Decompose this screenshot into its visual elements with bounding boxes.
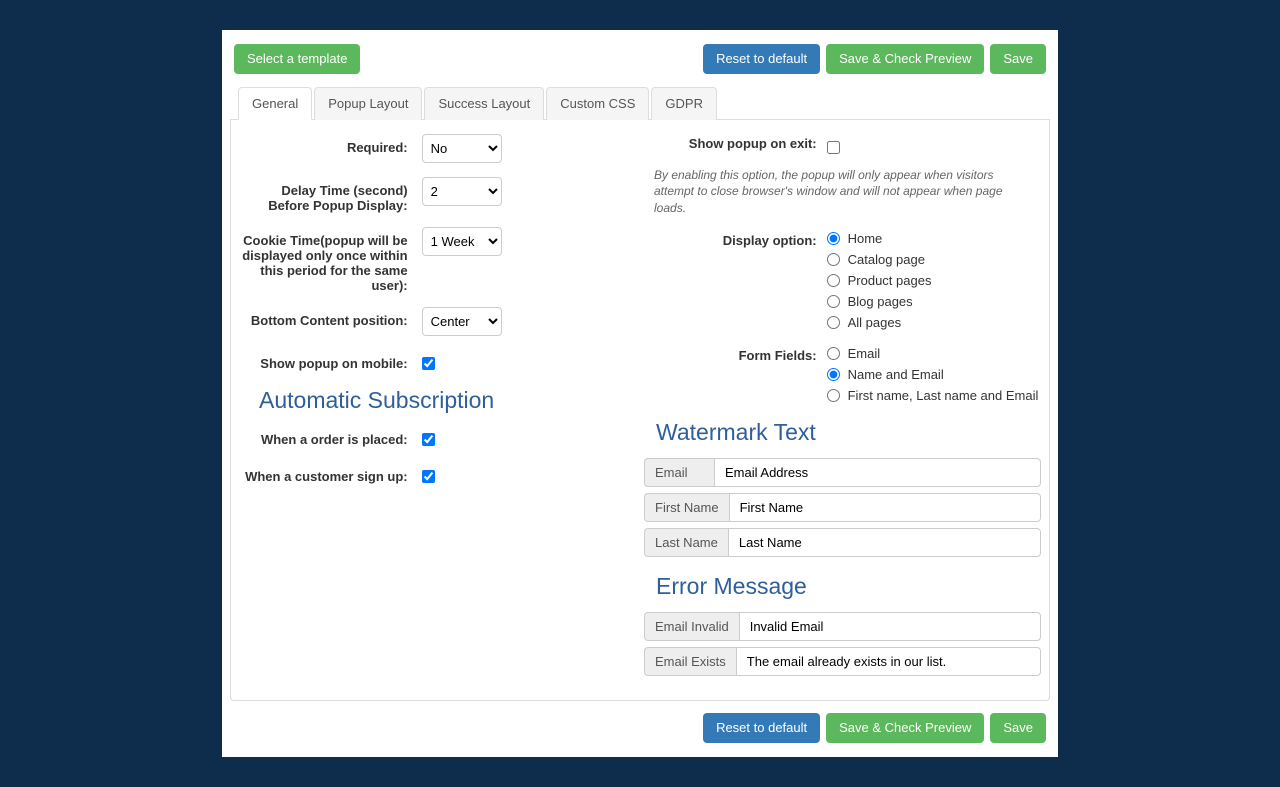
reset-default-button[interactable]: Reset to default xyxy=(703,44,820,74)
cookie-time-select[interactable]: 1 Week xyxy=(422,227,502,256)
watermark-lastname-addon: Last Name xyxy=(644,528,728,557)
form-fields-name-email-label: Name and Email xyxy=(848,367,944,382)
watermark-email-group: Email xyxy=(644,458,1041,487)
display-option-blog[interactable] xyxy=(827,295,840,308)
display-option-group: Home Catalog page Product pages Blog pag… xyxy=(827,231,1041,336)
reset-default-button-bottom[interactable]: Reset to default xyxy=(703,713,820,743)
exit-popup-checkbox[interactable] xyxy=(827,141,840,154)
display-option-label: Display option: xyxy=(644,231,827,248)
tab-custom-css[interactable]: Custom CSS xyxy=(546,87,649,120)
order-placed-label: When a order is placed: xyxy=(239,426,422,447)
tab-content: Required: No Delay Time (second) Before … xyxy=(230,120,1050,701)
display-option-all[interactable] xyxy=(827,316,840,329)
order-placed-checkbox[interactable] xyxy=(422,433,435,446)
display-option-all-label: All pages xyxy=(848,315,901,330)
delay-select[interactable]: 2 xyxy=(422,177,502,206)
customer-signup-checkbox[interactable] xyxy=(422,470,435,483)
tab-general[interactable]: General xyxy=(238,87,312,120)
tab-success-layout[interactable]: Success Layout xyxy=(424,87,544,120)
watermark-firstname-group: First Name xyxy=(644,493,1041,522)
form-fields-label: Form Fields: xyxy=(644,346,827,363)
required-select[interactable]: No xyxy=(422,134,502,163)
watermark-title: Watermark Text xyxy=(656,419,1041,446)
form-fields-email[interactable] xyxy=(827,347,840,360)
form-fields-email-label: Email xyxy=(848,346,881,361)
automatic-subscription-title: Automatic Subscription xyxy=(259,387,636,414)
display-option-product[interactable] xyxy=(827,274,840,287)
bottom-position-select[interactable]: Center xyxy=(422,307,502,336)
error-exists-addon: Email Exists xyxy=(644,647,736,676)
error-exists-input[interactable] xyxy=(736,647,1041,676)
error-invalid-input[interactable] xyxy=(739,612,1041,641)
watermark-email-addon: Email xyxy=(644,458,714,487)
top-toolbar: Select a template Reset to default Save … xyxy=(230,38,1050,86)
display-option-product-label: Product pages xyxy=(848,273,932,288)
display-option-blog-label: Blog pages xyxy=(848,294,913,309)
form-fields-group: Email Name and Email First name, Last na… xyxy=(827,346,1041,409)
display-option-catalog[interactable] xyxy=(827,253,840,266)
error-message-title: Error Message xyxy=(656,573,1041,600)
watermark-firstname-input[interactable] xyxy=(729,493,1041,522)
tab-popup-layout[interactable]: Popup Layout xyxy=(314,87,422,120)
bottom-position-label: Bottom Content position: xyxy=(239,307,422,328)
exit-popup-label: Show popup on exit: xyxy=(644,134,827,151)
watermark-firstname-addon: First Name xyxy=(644,493,729,522)
cookie-time-label: Cookie Time(popup will be displayed only… xyxy=(239,227,422,293)
save-button[interactable]: Save xyxy=(990,44,1046,74)
form-fields-name-email[interactable] xyxy=(827,368,840,381)
select-template-button[interactable]: Select a template xyxy=(234,44,360,74)
exit-popup-help: By enabling this option, the popup will … xyxy=(644,167,1041,217)
form-fields-fullname-email-label: First name, Last name and Email xyxy=(848,388,1039,403)
display-option-catalog-label: Catalog page xyxy=(848,252,925,267)
bottom-toolbar: Reset to default Save & Check Preview Sa… xyxy=(230,701,1050,743)
tab-bar: General Popup Layout Success Layout Cust… xyxy=(230,86,1050,120)
required-label: Required: xyxy=(239,134,422,155)
watermark-lastname-group: Last Name xyxy=(644,528,1041,557)
display-option-home-label: Home xyxy=(848,231,883,246)
right-column: Show popup on exit: By enabling this opt… xyxy=(644,134,1041,682)
watermark-lastname-input[interactable] xyxy=(728,528,1041,557)
save-preview-button-bottom[interactable]: Save & Check Preview xyxy=(826,713,984,743)
customer-signup-label: When a customer sign up: xyxy=(239,463,422,484)
save-preview-button[interactable]: Save & Check Preview xyxy=(826,44,984,74)
settings-panel: Select a template Reset to default Save … xyxy=(222,30,1058,757)
show-mobile-label: Show popup on mobile: xyxy=(239,350,422,371)
delay-label: Delay Time (second) Before Popup Display… xyxy=(239,177,422,213)
error-exists-group: Email Exists xyxy=(644,647,1041,676)
save-button-bottom[interactable]: Save xyxy=(990,713,1046,743)
error-invalid-addon: Email Invalid xyxy=(644,612,739,641)
display-option-home[interactable] xyxy=(827,232,840,245)
error-invalid-group: Email Invalid xyxy=(644,612,1041,641)
show-mobile-checkbox[interactable] xyxy=(422,357,435,370)
left-column: Required: No Delay Time (second) Before … xyxy=(239,134,636,682)
form-fields-fullname-email[interactable] xyxy=(827,389,840,402)
watermark-email-input[interactable] xyxy=(714,458,1041,487)
tab-gdpr[interactable]: GDPR xyxy=(651,87,717,120)
